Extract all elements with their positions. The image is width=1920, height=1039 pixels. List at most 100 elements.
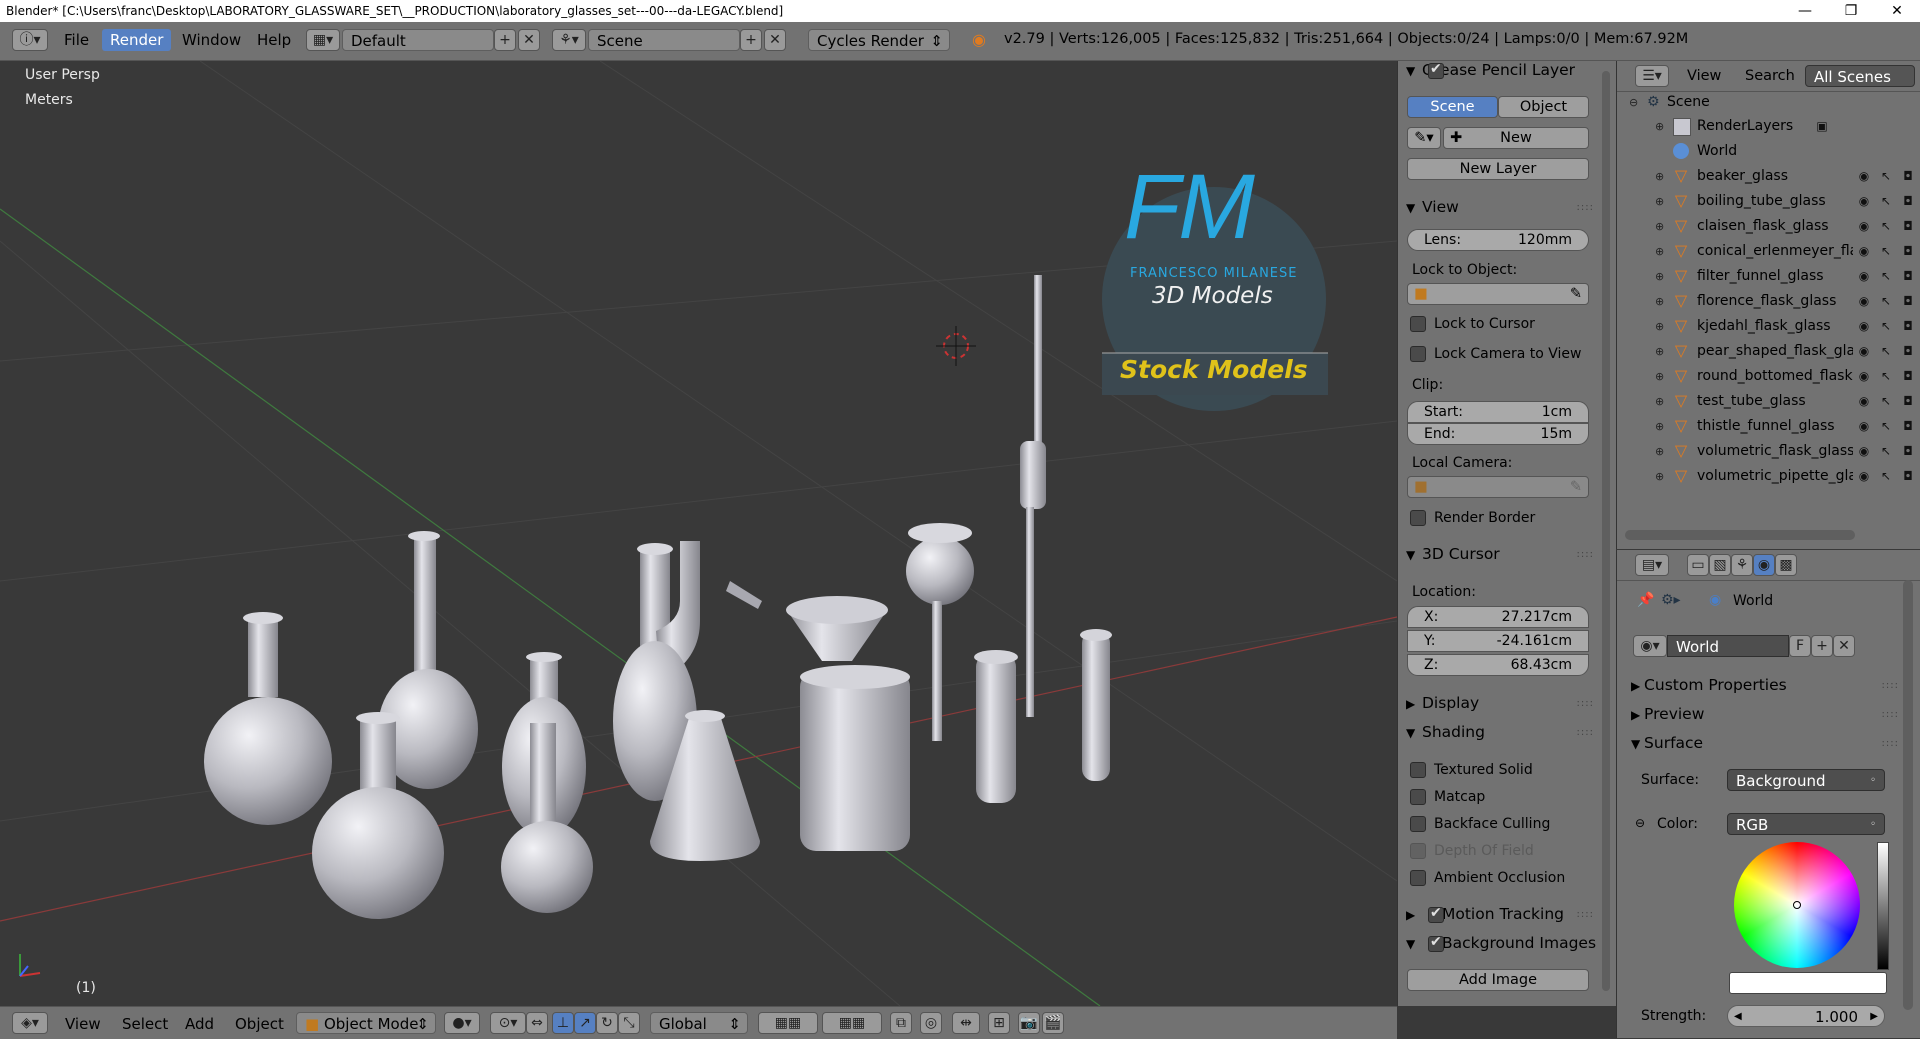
expand-icon[interactable]: ⊕	[1655, 339, 1664, 364]
display-panel-header[interactable]: ▶ Display	[1406, 694, 1479, 712]
selectability-arrow-icon[interactable]: ↖	[1879, 369, 1893, 383]
outliner-object-row[interactable]: ⊕ ▽ test_tube_glass ◉ ↖ ◘	[1617, 389, 1920, 414]
world-name-field[interactable]: World	[1667, 635, 1789, 657]
render-tab-icon[interactable]: ▭	[1687, 554, 1709, 576]
fake-user-button[interactable]: F	[1789, 635, 1811, 657]
render-border-checkbox[interactable]	[1410, 510, 1426, 526]
selectability-arrow-icon[interactable]: ↖	[1879, 269, 1893, 283]
visibility-eye-icon[interactable]: ◉	[1857, 369, 1871, 383]
outliner-row-scene[interactable]: ⊖ ⚙ Scene	[1617, 90, 1920, 115]
renderability-camera-icon[interactable]: ◘	[1901, 194, 1915, 208]
lock-cursor-checkbox[interactable]	[1410, 316, 1426, 332]
drag-handle-icon[interactable]: ::::	[1577, 727, 1594, 738]
cursor-panel-header[interactable]: ▼ 3D Cursor	[1406, 545, 1500, 563]
visibility-eye-icon[interactable]: ◉	[1857, 469, 1871, 483]
renderability-camera-icon[interactable]: ◘	[1901, 219, 1915, 233]
viewport-shading-icon[interactable]: ●▾	[444, 1012, 480, 1034]
expand-icon[interactable]: ⊕	[1655, 214, 1664, 239]
drag-handle-icon[interactable]: ::::	[1577, 698, 1594, 709]
proportional-editing-icon[interactable]: ◎	[920, 1012, 942, 1034]
renderability-camera-icon[interactable]: ◘	[1901, 469, 1915, 483]
maximize-button[interactable]: ❐	[1828, 0, 1874, 22]
scene-tab-icon[interactable]: ⚘	[1731, 554, 1753, 576]
renderability-camera-icon[interactable]: ◘	[1901, 244, 1915, 258]
visibility-eye-icon[interactable]: ◉	[1857, 169, 1871, 183]
expand-icon[interactable]: ⊕	[1655, 264, 1664, 289]
outliner-object-row[interactable]: ⊕ ▽ beaker_glass ◉ ↖ ◘	[1617, 164, 1920, 189]
outliner-object-row[interactable]: ⊕ ▽ kjedahl_flask_glass ◉ ↖ ◘	[1617, 314, 1920, 339]
decrement-icon[interactable]: ◀	[1734, 1006, 1742, 1028]
menu-select[interactable]: Select	[122, 1015, 168, 1033]
textured-solid-checkbox[interactable]	[1410, 762, 1426, 778]
collapse-color-icon[interactable]: ⊖	[1635, 816, 1645, 830]
unlink-world-icon[interactable]: ✕	[1833, 635, 1855, 657]
surface-header[interactable]: ▼ Surface	[1631, 734, 1703, 752]
clip-start-field[interactable]: Start: 1cm	[1407, 401, 1589, 423]
expand-icon[interactable]: ⊕	[1655, 289, 1664, 314]
properties-editor-icon[interactable]: ▤▾	[1635, 554, 1669, 576]
outliner-object-row[interactable]: ⊕ ▽ thistle_funnel_glass ◉ ↖ ◘	[1617, 414, 1920, 439]
gp-new-button[interactable]: ✚ New	[1443, 127, 1589, 149]
delete-layout-icon[interactable]: ✕	[518, 29, 540, 51]
selectability-arrow-icon[interactable]: ↖	[1879, 294, 1893, 308]
translate-manipulator-icon[interactable]: ↗	[574, 1012, 596, 1034]
outliner-object-row[interactable]: ⊕ ▽ filter_funnel_glass ◉ ↖ ◘	[1617, 264, 1920, 289]
outliner-object-row[interactable]: ⊕ ▽ volumetric_pipette_gla ◉ ↖ ◘	[1617, 464, 1920, 489]
outliner-editor-icon[interactable]: ☰▾	[1635, 65, 1669, 87]
add-scene-icon[interactable]: +	[740, 29, 762, 51]
background-images-checkbox[interactable]	[1428, 934, 1444, 952]
outliner-object-row[interactable]: ⊕ ▽ florence_flask_glass ◉ ↖ ◘	[1617, 289, 1920, 314]
view-panel-header[interactable]: ▼ View	[1406, 198, 1459, 216]
renderability-camera-icon[interactable]: ◘	[1901, 169, 1915, 183]
backface-culling-checkbox[interactable]	[1410, 816, 1426, 832]
snap-target-icon[interactable]: ⊞	[988, 1012, 1010, 1034]
outliner-object-row[interactable]: ⊕ ▽ round_bottomed_flask ◉ ↖ ◘	[1617, 364, 1920, 389]
shelf-scrollbar[interactable]	[1602, 71, 1610, 991]
collapse-icon[interactable]: ⊖	[1629, 90, 1638, 115]
preview-header[interactable]: ▶ Preview	[1631, 705, 1704, 723]
3d-viewport[interactable]: User Persp Meters (1) FM FRANCESCO MILAN…	[0, 61, 1397, 1006]
visibility-eye-icon[interactable]: ◉	[1857, 319, 1871, 333]
renderability-camera-icon[interactable]: ◘	[1901, 294, 1915, 308]
menu-window[interactable]: Window	[182, 31, 241, 49]
selectability-arrow-icon[interactable]: ↖	[1879, 169, 1893, 183]
menu-add[interactable]: Add	[185, 1015, 214, 1033]
3d-cursor[interactable]	[936, 326, 976, 366]
visibility-eye-icon[interactable]: ◉	[1857, 244, 1871, 258]
layer-lock-icon[interactable]: ⧉	[890, 1012, 912, 1034]
expand-icon[interactable]: ⊕	[1655, 464, 1664, 489]
drag-handle-icon[interactable]: ::::	[1577, 202, 1594, 213]
render-engine-selector[interactable]: Cycles Render ⇕	[808, 29, 950, 51]
expand-icon[interactable]: ⊕	[1655, 414, 1664, 439]
scene-layers-icon[interactable]: ▦▦	[758, 1012, 818, 1034]
texture-tab-icon[interactable]: ▩	[1775, 554, 1797, 576]
surface-shader-selector[interactable]: Background ◦	[1727, 769, 1885, 791]
new-layer-button[interactable]: New Layer	[1407, 158, 1589, 180]
visibility-eye-icon[interactable]: ◉	[1857, 219, 1871, 233]
outliner-menu-search[interactable]: Search	[1745, 68, 1795, 84]
menu-object[interactable]: Object	[235, 1015, 284, 1033]
scene-selector[interactable]: Scene	[588, 29, 740, 51]
opengl-render-animation-icon[interactable]: 🎬	[1042, 1012, 1064, 1034]
renderability-camera-icon[interactable]: ◘	[1901, 419, 1915, 433]
drag-handle-icon[interactable]: ::::	[1882, 709, 1899, 720]
transform-orientation-selector[interactable]: Global ⇕	[650, 1012, 748, 1034]
renderability-camera-icon[interactable]: ◘	[1901, 444, 1915, 458]
snap-element-icon[interactable]: ⇹	[952, 1012, 980, 1034]
properties-scrollbar[interactable]	[1903, 580, 1913, 1010]
layout-selector[interactable]: Default	[342, 29, 494, 51]
pivot-point-icon[interactable]: ⊙▾	[490, 1012, 526, 1034]
drag-handle-icon[interactable]: ::::	[1882, 680, 1899, 691]
visibility-eye-icon[interactable]: ◉	[1857, 419, 1871, 433]
visibility-eye-icon[interactable]: ◉	[1857, 444, 1871, 458]
cursor-y-field[interactable]: Y: -24.161cm	[1407, 630, 1589, 652]
scale-manipulator-icon[interactable]: ⤡	[618, 1012, 640, 1034]
menu-file[interactable]: File	[64, 31, 89, 49]
outliner-object-row[interactable]: ⊕ ▽ conical_erlenmeyer_fla ◉ ↖ ◘	[1617, 239, 1920, 264]
increment-icon[interactable]: ▶	[1870, 1006, 1878, 1028]
scene-icon[interactable]: ⚘▾	[552, 29, 586, 51]
expand-icon[interactable]: ⊕	[1655, 189, 1664, 214]
lock-camera-checkbox[interactable]	[1410, 346, 1426, 362]
expand-icon[interactable]: ⊕	[1655, 164, 1664, 189]
color-wheel[interactable]	[1734, 842, 1860, 968]
